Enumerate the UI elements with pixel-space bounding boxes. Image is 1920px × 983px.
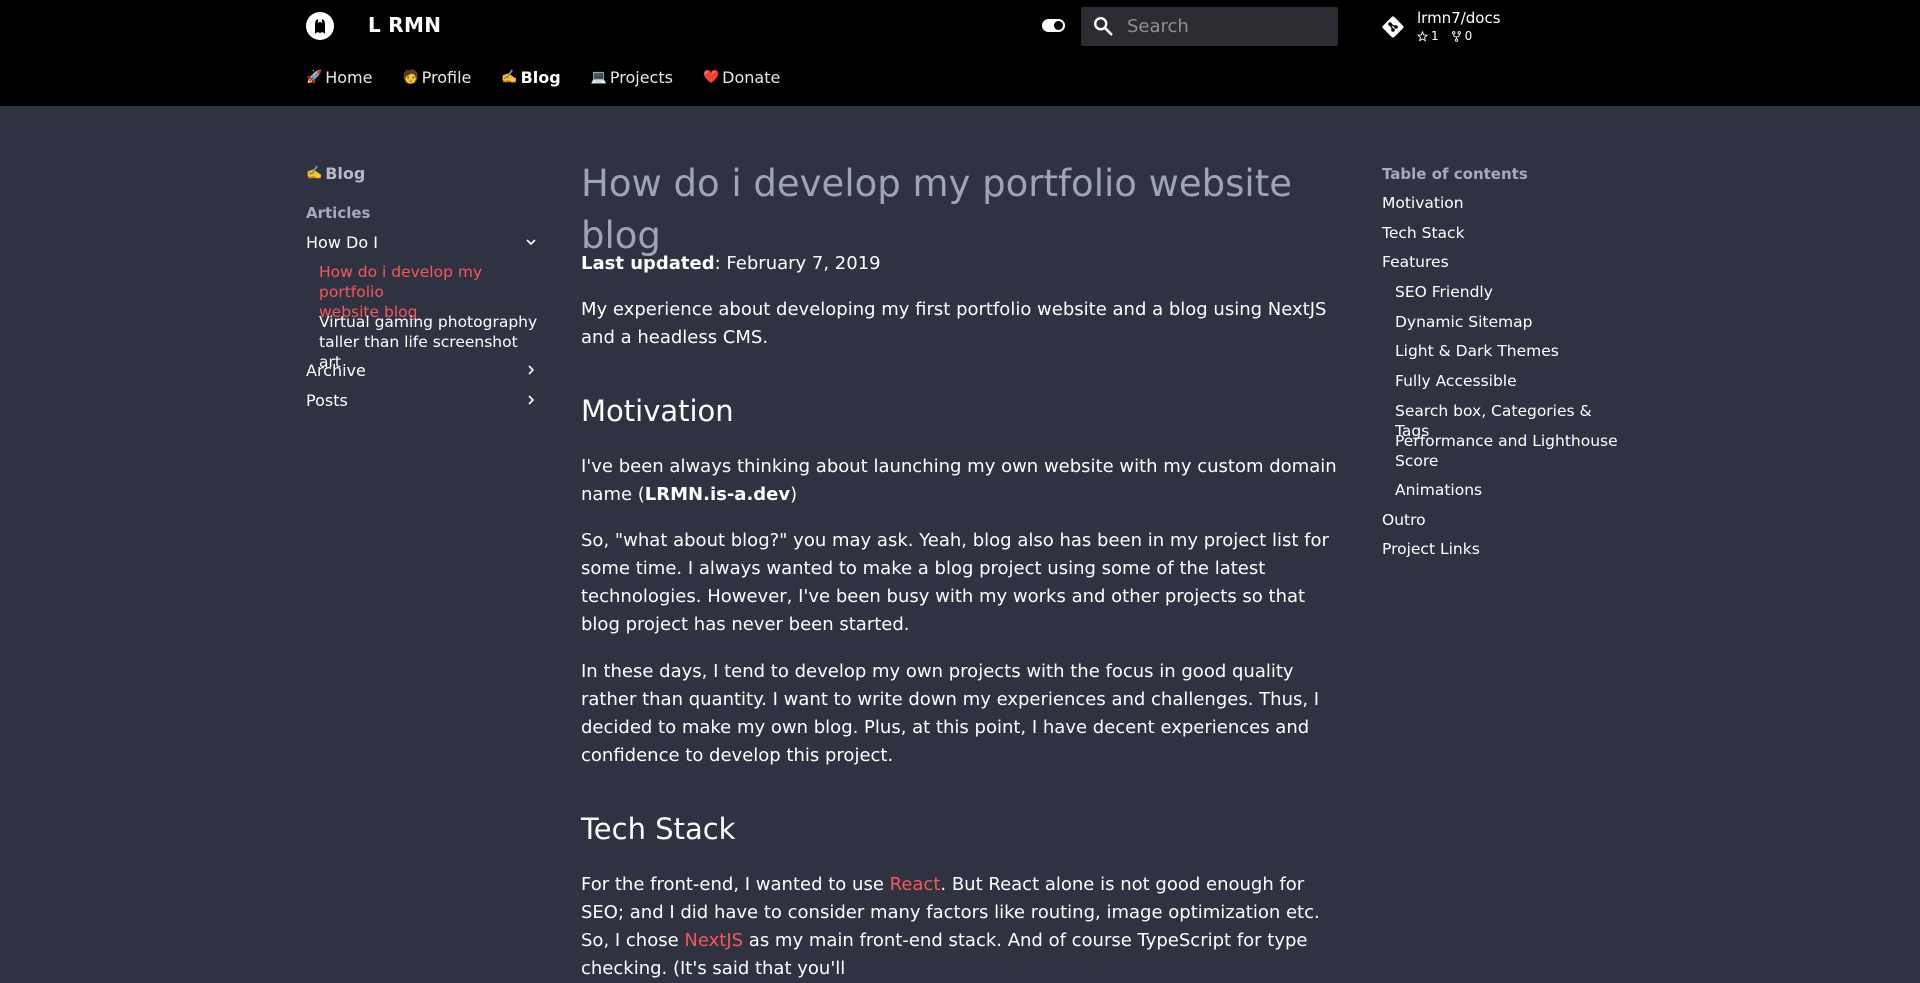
nav-home[interactable]: 🚀 Home <box>306 68 372 87</box>
chevron-right-icon <box>528 395 535 405</box>
heading-motivation: Motivation <box>581 394 734 428</box>
laptop-icon: 💻 <box>590 70 607 85</box>
person-icon: 🧑 <box>402 70 419 85</box>
search-input[interactable] <box>1127 13 1327 39</box>
paragraph-4-text: For the front-end, I wanted to use <box>581 874 890 895</box>
search-box[interactable] <box>1081 7 1338 46</box>
search-icon <box>1094 17 1113 36</box>
git-icon <box>1382 16 1404 38</box>
nav-projects-label: Projects <box>609 68 673 87</box>
star-icon <box>1417 30 1428 42</box>
writing-hand-icon: ✍️ <box>306 166 323 181</box>
toc-title: Table of contents <box>1382 165 1528 183</box>
article-title: How do i develop my portfolio website bl… <box>581 162 1292 257</box>
theme-toggle-switch[interactable] <box>1042 19 1065 32</box>
repo-stars-count: 1 <box>1431 29 1439 43</box>
sidebar-section-label: How Do I <box>306 233 378 252</box>
top-header: L RMN lrmn7/docs 1 0 <box>0 0 1920 106</box>
toc-item-motivation[interactable]: Motivation <box>1382 193 1622 213</box>
heading-tech-stack: Tech Stack <box>581 812 736 846</box>
heart-icon: ❤️ <box>702 70 720 85</box>
toc-item-outro[interactable]: Outro <box>1382 510 1622 530</box>
domain-name: LRMN.is-a.dev <box>644 484 791 505</box>
article-intro: My experience about developing my first … <box>581 299 1327 348</box>
toc-item-performance[interactable]: Performance and Lighthouse Score <box>1395 431 1625 471</box>
repo-stars: 1 <box>1417 29 1439 43</box>
nav-blog-label: Blog <box>520 68 561 87</box>
paragraph-2: So, "what about blog?" you may ask. Yeah… <box>581 530 1329 635</box>
nav-blog[interactable]: ✍️ Blog <box>501 68 560 87</box>
site-logo-icon[interactable] <box>306 12 334 40</box>
chevron-down-icon <box>526 239 536 246</box>
chevron-right-icon <box>528 365 535 375</box>
paragraph-3: In these days, I tend to develop my own … <box>581 661 1320 766</box>
sidebar-section-how-do-i[interactable]: How Do I <box>306 233 538 252</box>
toc-item-project-links[interactable]: Project Links <box>1382 539 1622 559</box>
nav-donate-label: Donate <box>722 68 781 87</box>
paragraph-1-end: ) <box>790 484 798 505</box>
paragraph-4: For the front-end, I wanted to use React… <box>581 871 1341 983</box>
nav-profile[interactable]: 🧑 Profile <box>402 68 471 87</box>
toc-item-dynamic-sitemap[interactable]: Dynamic Sitemap <box>1395 312 1625 332</box>
repo-forks-count: 0 <box>1464 29 1473 43</box>
sidebar-section-label: Archive <box>306 361 366 380</box>
repo-name: lrmn7/docs <box>1417 9 1501 27</box>
table-of-contents: Table of contents Motivation Tech Stack … <box>1382 165 1632 558</box>
article-content: How do i develop my portfolio website bl… <box>581 158 1341 979</box>
toc-item-features[interactable]: Features <box>1382 252 1622 272</box>
fork-icon <box>1451 30 1461 42</box>
nav-donate[interactable]: ❤️ Donate <box>703 68 780 87</box>
repo-stats: 1 0 <box>1417 29 1472 43</box>
nav-projects[interactable]: 💻 Projects <box>591 68 673 87</box>
sidebar-blog-label: Blog <box>325 164 366 183</box>
writing-hand-icon: ✍️ <box>501 70 518 85</box>
toc-item-seo-friendly[interactable]: SEO Friendly <box>1395 282 1625 302</box>
left-sidebar: ✍️ Blog Articles How Do I How do i devel… <box>306 164 538 410</box>
sidebar-section-posts[interactable]: Posts <box>306 391 538 410</box>
rocket-icon: 🚀 <box>306 70 323 85</box>
main-nav: 🚀 Home 🧑 Profile ✍️ Blog 💻 Projects ❤️ Donate <box>306 68 810 87</box>
sidebar-item-line: Virtual gaming photography <box>319 313 538 331</box>
nav-home-label: Home <box>325 68 373 87</box>
sidebar-section-label: Posts <box>306 391 348 410</box>
sidebar-articles-label: Articles <box>306 204 371 222</box>
toc-item-accessible[interactable]: Fully Accessible <box>1395 371 1625 391</box>
sidebar-item-line: How do i develop my portfolio <box>319 263 483 301</box>
nextjs-link[interactable]: NextJS <box>684 930 743 951</box>
toc-item-tech-stack[interactable]: Tech Stack <box>1382 223 1622 243</box>
toc-item-animations[interactable]: Animations <box>1395 480 1625 500</box>
last-updated: Last updated: February 7, 2019 <box>581 250 1341 278</box>
site-title[interactable]: L RMN <box>368 13 441 37</box>
last-updated-value: : February 7, 2019 <box>714 253 881 274</box>
nav-profile-label: Profile <box>421 68 472 87</box>
sidebar-blog-heading[interactable]: ✍️ Blog <box>306 164 538 183</box>
last-updated-label: Last updated <box>581 253 715 274</box>
sidebar-section-archive[interactable]: Archive <box>306 361 538 380</box>
toc-item-themes[interactable]: Light & Dark Themes <box>1395 341 1625 361</box>
react-link[interactable]: React <box>890 874 941 895</box>
repo-forks: 0 <box>1451 29 1473 43</box>
paragraph-1: I've been always thinking about launchin… <box>581 453 1341 509</box>
